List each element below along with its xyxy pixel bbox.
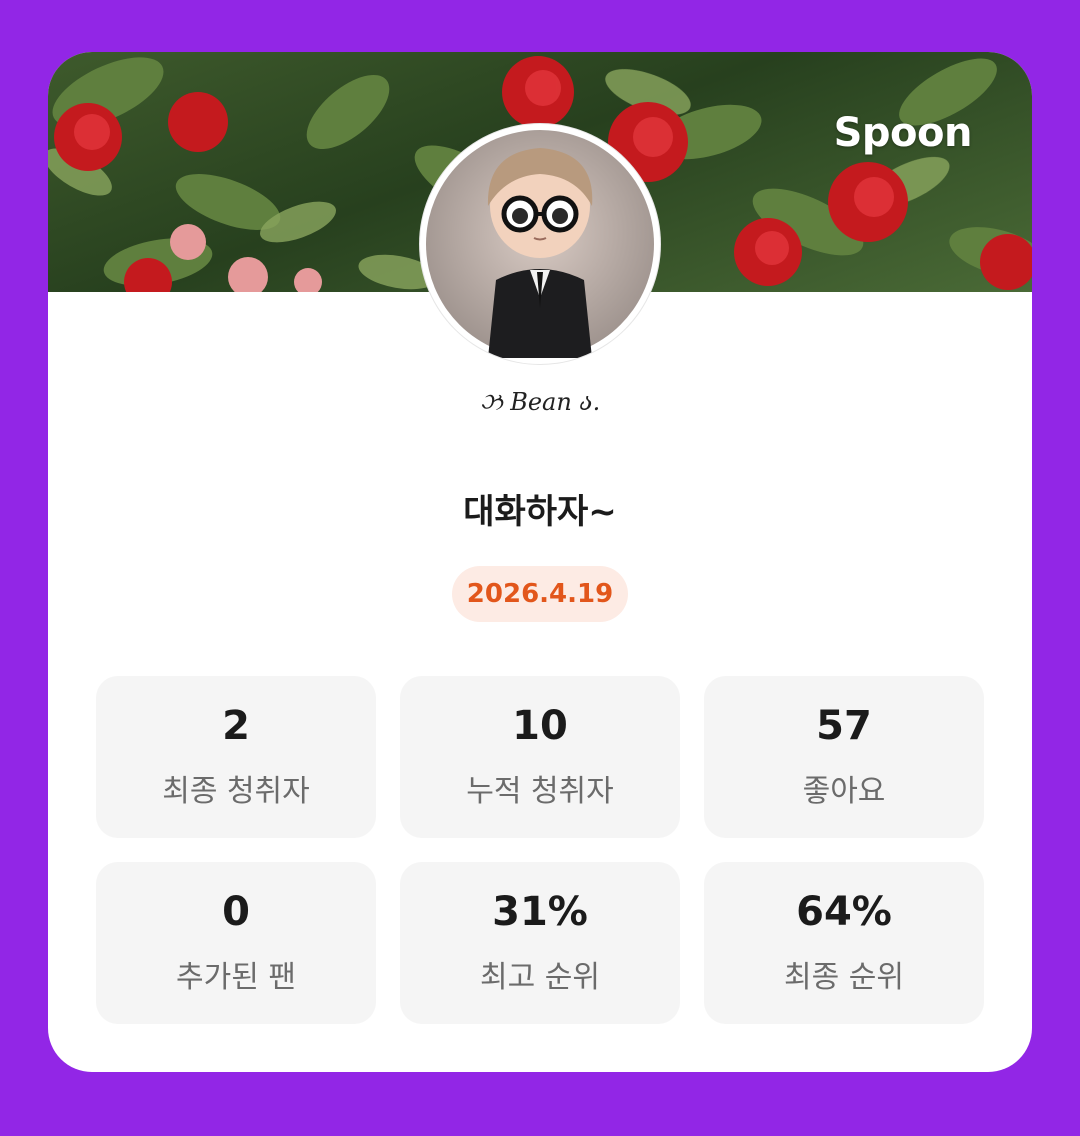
stat-total-listeners: 10 누적 청취자 — [400, 676, 680, 838]
stat-likes: 57 좋아요 — [704, 676, 984, 838]
stat-label: 최종 순위 — [784, 960, 904, 995]
stat-label: 누적 청취자 — [466, 774, 614, 809]
stat-final-listeners: 2 최종 청취자 — [96, 676, 376, 838]
stat-value: 64% — [796, 889, 892, 935]
stats-grid: 2 최종 청취자 10 누적 청취자 57 좋아요 0 추가된 팬 31% 최고… — [96, 676, 984, 1024]
spoon-logo: Spoon — [833, 110, 973, 156]
nickname: ઝ Bean ა. — [479, 388, 601, 416]
stat-label: 좋아요 — [802, 774, 886, 809]
stat-label: 최고 순위 — [480, 960, 600, 995]
stat-label: 최종 청취자 — [162, 774, 310, 809]
date-badge: 2026.4.19 — [452, 566, 628, 622]
stat-value: 2 — [222, 703, 250, 749]
live-summary-card: Spoon ઝ Bean ა. 대화하자~ 2026.4.19 2 최종 청취자… — [48, 52, 1032, 1072]
stat-label: 추가된 팬 — [176, 960, 296, 995]
stat-new-fans: 0 추가된 팬 — [96, 862, 376, 1024]
stat-best-rank: 31% 최고 순위 — [400, 862, 680, 1024]
stat-final-rank: 64% 최종 순위 — [704, 862, 984, 1024]
stat-value: 0 — [222, 889, 250, 935]
stat-value: 10 — [512, 703, 568, 749]
stat-value: 57 — [816, 703, 872, 749]
live-title: 대화하자~ — [463, 492, 617, 532]
avatar — [420, 124, 660, 364]
stat-value: 31% — [492, 889, 588, 935]
